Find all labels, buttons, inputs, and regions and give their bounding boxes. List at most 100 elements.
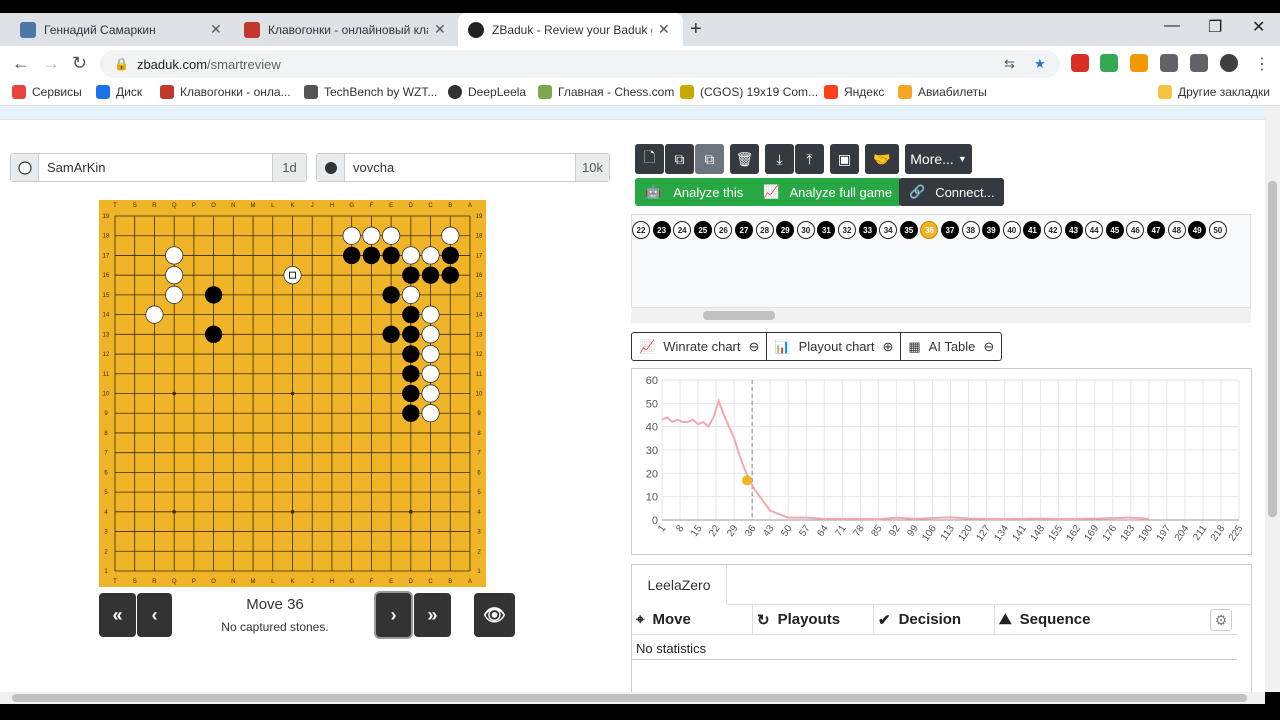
move-strip-stone[interactable]: 44	[1085, 221, 1104, 239]
analyze-full-game-button[interactable]: 📈 Analyze full game	[753, 184, 902, 200]
winrate-chart-svg[interactable]: 01020304050601 8 15 22 29 36 43 50 57 64 71 78 85 92 9…	[632, 369, 1251, 554]
move-strip-stone[interactable]: 27	[735, 221, 753, 239]
move-strip-stone[interactable]: 39	[982, 221, 1001, 239]
move-strip-stone[interactable]: 47	[1147, 221, 1165, 239]
move-strip-stone[interactable]: 31	[817, 221, 836, 239]
new-file-icon[interactable]: 🗋	[635, 144, 664, 174]
puzzle-icon[interactable]	[1160, 54, 1178, 72]
more-dropdown[interactable]: More... ▼	[905, 144, 972, 174]
upload-icon[interactable]: ⤒	[795, 144, 824, 174]
engine-tab[interactable]: LeelaZero	[632, 565, 727, 604]
extension-apps-icon[interactable]	[1100, 54, 1118, 72]
next-move-button[interactable]: ›	[376, 593, 411, 637]
move-strip-stone[interactable]: 49	[1188, 221, 1207, 239]
bookmark-services[interactable]: Сервисы	[12, 85, 82, 99]
move-strip-stone[interactable]: 29	[776, 221, 795, 239]
minimize-icon[interactable]: —	[1164, 17, 1180, 35]
minus-circle-icon[interactable]: ⊖	[741, 333, 760, 360]
maximize-icon[interactable]: ❐	[1208, 17, 1222, 37]
back-icon[interactable]: ←	[12, 53, 30, 74]
move-strip-stone[interactable]: 23	[652, 221, 671, 239]
go-board[interactable]: T T S S R R Q Q P P O O N N M M L L K K J J H H G G F F E E D D C C B B A A 19…	[99, 200, 486, 587]
download-icon[interactable]: ⤓	[765, 144, 794, 174]
connect-button[interactable]: 🔗 Connect...	[899, 178, 1005, 206]
prev-move-button[interactable]: ‹	[137, 593, 172, 637]
trash-button[interactable]: 🗑	[730, 144, 759, 174]
move-strip-stone[interactable]: 24	[673, 221, 692, 239]
move-strip-stone[interactable]: 42	[1044, 221, 1062, 239]
move-strip-stone[interactable]: 25	[693, 221, 712, 239]
col-move[interactable]: ⌖ Move	[632, 605, 753, 634]
bookmark-other[interactable]: Другие закладки	[1158, 85, 1270, 99]
tab-playout-chart[interactable]: 📊 Playout chart ⊕	[767, 333, 902, 360]
white-player-name[interactable]: SamArKin	[39, 154, 272, 181]
tab-winrate-chart[interactable]: 📈 Winrate chart ⊖	[632, 333, 768, 360]
translate-icon[interactable]: ⇆	[1004, 56, 1015, 72]
move-strip-stone[interactable]: 33	[858, 221, 877, 239]
forward-icon[interactable]: →	[42, 53, 60, 74]
reload-icon[interactable]: ↻	[72, 53, 87, 74]
move-strip-stone[interactable]: 38	[961, 221, 980, 239]
copy-icon[interactable]: ⧉	[665, 144, 694, 174]
plus-circle-icon[interactable]: ⊕	[874, 333, 893, 360]
adblock-icon[interactable]	[1071, 54, 1089, 72]
bookmark-chess[interactable]: Главная - Chess.com	[538, 85, 674, 99]
go-board-grid[interactable]: TTSSRRQQPPOONNMMLLKKJJHHGGFFEEDDCCBBAA19…	[99, 200, 486, 587]
move-strip-stone[interactable]: 41	[1023, 221, 1042, 239]
move-strip-stone[interactable]: 26	[714, 221, 733, 239]
black-player-name[interactable]: vovcha	[345, 154, 575, 181]
bookmark-deepleela[interactable]: DeepLeela	[448, 85, 526, 99]
move-strip-stone[interactable]: 40	[1002, 221, 1021, 239]
gear-icon[interactable]: ⚙	[1210, 609, 1232, 631]
bookmark-techbench[interactable]: TechBench by WZT...	[304, 85, 437, 99]
move-strip-stone[interactable]: 43	[1064, 221, 1083, 239]
tab-ai-table[interactable]: ▦ AI Table ⊖	[901, 333, 1001, 360]
new-tab-icon[interactable]: +	[690, 18, 702, 41]
winrate-chart[interactable]: 0 10 20 30 40 50 60 1 8 15 22 29 36 43 50 57 64 71 78 85 92 9…	[631, 368, 1252, 555]
move-strip-stone[interactable]: 36	[920, 221, 939, 239]
move-strip-stone[interactable]: 48	[1167, 221, 1186, 239]
address-bar[interactable]: 🔒 zbaduk.com/smartreview ⇆ ★	[100, 50, 1060, 78]
bookmark-disk[interactable]: Диск	[96, 85, 142, 99]
close-window-icon[interactable]: ✕	[1252, 17, 1265, 37]
page-horizontal-scrollbar[interactable]	[0, 692, 1265, 704]
move-strip-stone[interactable]: 34	[879, 221, 898, 239]
close-icon[interactable]: ✕	[658, 21, 670, 38]
scroll-thumb[interactable]	[1268, 181, 1277, 517]
handshake-button[interactable]: 🤝	[865, 144, 899, 174]
scroll-thumb[interactable]	[703, 311, 775, 320]
tab-klavogonki[interactable]: Клавогонки - онлайновый клав ✕	[234, 13, 456, 46]
eye-button[interactable]: 👁	[474, 593, 515, 637]
bookmark-yandex[interactable]: Яндекс	[824, 85, 884, 99]
first-move-button[interactable]: «	[99, 593, 136, 637]
tab-vk[interactable]: Геннадий Самаркин ✕	[10, 13, 232, 46]
move-strip-stone[interactable]: 46	[1126, 221, 1145, 239]
move-strip-stone[interactable]: 30	[796, 221, 815, 239]
move-strip-stone[interactable]: 22	[632, 221, 650, 239]
paste-icon[interactable]: ⧉	[695, 144, 724, 174]
move-strip-stone[interactable]: 50	[1208, 221, 1227, 239]
extension-key-icon[interactable]	[1130, 54, 1148, 72]
bookmark-klavogonki[interactable]: Клавогонки - онла...	[160, 85, 291, 99]
save-button[interactable]: ▣	[830, 144, 859, 174]
move-strip-stone[interactable]: 28	[755, 221, 774, 239]
close-icon[interactable]: ✕	[210, 21, 222, 38]
bookmark-cgos[interactable]: (CGOS) 19x19 Com...	[680, 85, 818, 99]
menu-icon[interactable]: ⋮	[1254, 54, 1270, 74]
move-strip-stone[interactable]: 45	[1105, 221, 1124, 239]
minus-circle-icon[interactable]: ⊖	[975, 333, 994, 360]
col-playouts[interactable]: ↻ Playouts	[753, 605, 874, 634]
col-sequence[interactable]: ⛰ Sequence	[995, 605, 1237, 634]
tab-zbaduk[interactable]: ZBaduk - Review your Baduk gam ✕	[458, 13, 683, 46]
last-move-button[interactable]: »	[414, 593, 451, 637]
scroll-thumb[interactable]	[12, 694, 1247, 702]
analyze-this-button[interactable]: 🤖 Analyze this	[635, 184, 753, 200]
col-decision[interactable]: ✔ Decision	[874, 605, 995, 634]
close-icon[interactable]: ✕	[434, 21, 446, 38]
star-icon[interactable]: ★	[1034, 56, 1046, 72]
reading-list-icon[interactable]	[1190, 54, 1208, 72]
move-strip-stone[interactable]: 37	[941, 221, 959, 239]
page-vertical-scrollbar[interactable]	[1265, 106, 1280, 692]
move-strip-stone[interactable]: 32	[838, 221, 856, 239]
avatar[interactable]	[1220, 54, 1238, 72]
